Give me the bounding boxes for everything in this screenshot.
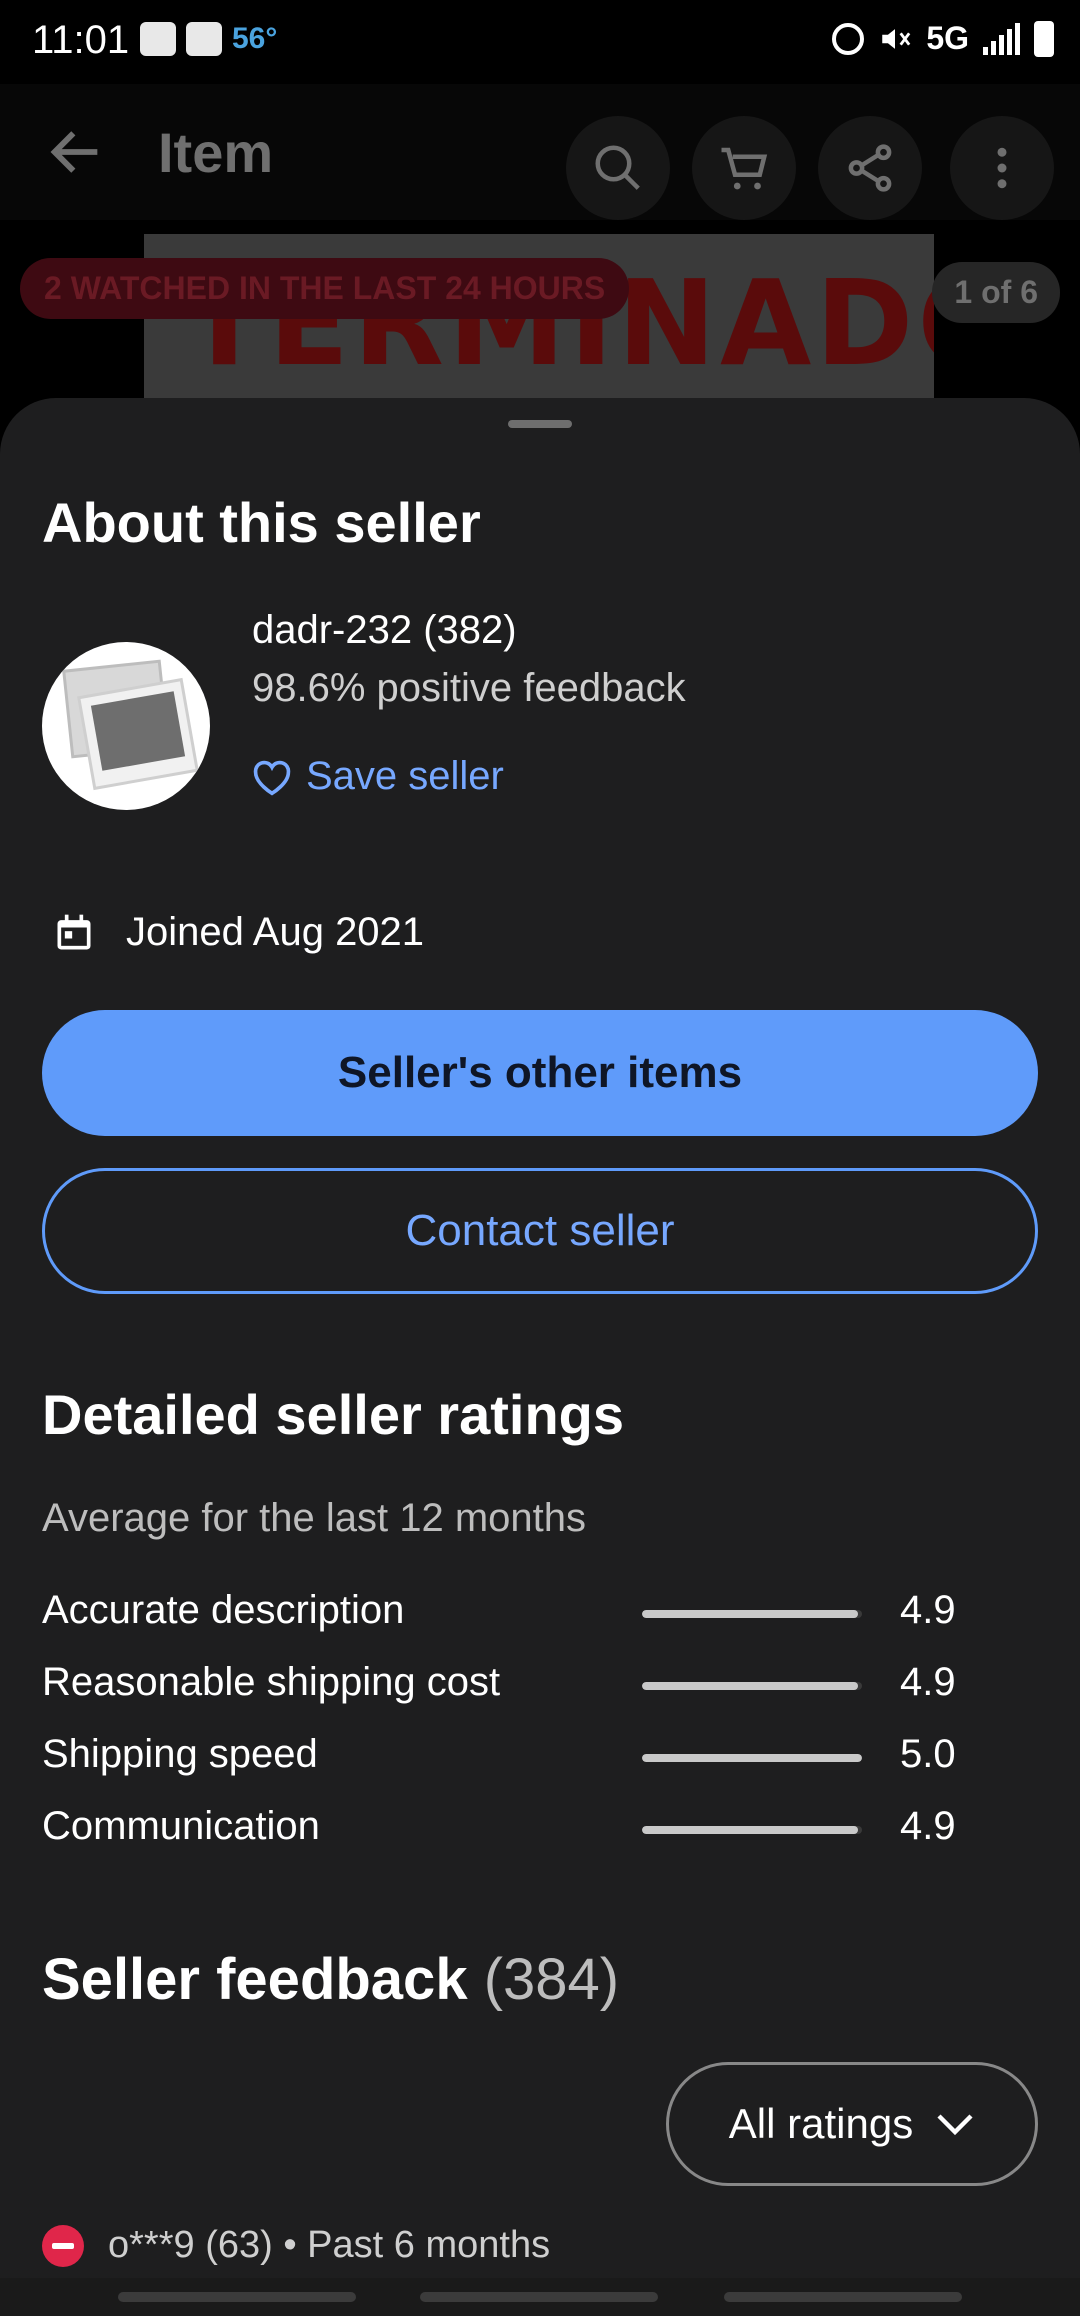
search-icon: [595, 145, 640, 190]
rating-bar: [642, 1682, 862, 1690]
voicemail-icon: [140, 22, 176, 56]
more-vert-icon: [997, 147, 1007, 189]
seller-feedback-count: (384): [483, 1947, 620, 2012]
rating-label: Accurate description: [42, 1588, 405, 1632]
joined-date: Joined Aug 2021: [52, 910, 424, 955]
weather-temperature: 56°: [232, 22, 278, 55]
ratings-filter-dropdown[interactable]: All ratings: [666, 2062, 1038, 2186]
sheet-drag-handle[interactable]: [508, 420, 572, 428]
nav-recents-button[interactable]: [118, 2292, 356, 2302]
mute-icon: [882, 28, 911, 49]
more-options-button[interactable]: [950, 116, 1054, 220]
rating-label: Communication: [42, 1804, 320, 1848]
cart-button[interactable]: [692, 116, 796, 220]
rating-label: Shipping speed: [42, 1732, 318, 1776]
rating-row: Accurate description 4.9: [42, 1584, 1042, 1644]
rating-value: 5.0: [900, 1732, 956, 1776]
rating-bar-fill: [642, 1682, 858, 1690]
rating-value: 4.9: [900, 1804, 956, 1848]
app-bar: Item: [0, 84, 1080, 220]
status-right-icons: 5G: [832, 20, 1054, 57]
rating-bar-fill: [642, 1826, 858, 1834]
search-button[interactable]: [566, 116, 670, 220]
cart-icon: [721, 147, 768, 190]
ratings-subtitle: Average for the last 12 months: [42, 1496, 587, 1540]
back-arrow-icon[interactable]: [44, 120, 108, 184]
battery-icon: [1034, 20, 1054, 57]
watched-badge: 2 WATCHED IN THE LAST 24 HOURS: [20, 258, 630, 319]
page-title: Item: [158, 121, 274, 184]
network-type: 5G: [926, 20, 969, 56]
rating-row: Reasonable shipping cost 4.9: [42, 1656, 1042, 1716]
nav-home-button[interactable]: [420, 2292, 658, 2302]
seller-positive-feedback: 98.6% positive feedback: [252, 666, 686, 710]
seller-bottom-sheet: About this seller dadr-232 (382) 98.6% p…: [0, 398, 1080, 2316]
rating-row: Communication 4.9: [42, 1800, 1042, 1860]
status-left-icons: 56°: [140, 22, 277, 56]
alarm-app-icon: [186, 22, 222, 56]
rating-value: 4.9: [900, 1588, 956, 1632]
detailed-ratings-heading: Detailed seller ratings: [42, 1383, 625, 1446]
photo-placeholder-icon: [62, 659, 199, 791]
rating-row: Shipping speed 5.0: [42, 1728, 1042, 1788]
alarm-icon: [832, 22, 865, 55]
calendar-icon: [57, 914, 91, 949]
rating-bar: [642, 1826, 862, 1834]
seller-feedback-heading: Seller feedback (384): [42, 1946, 619, 2013]
status-bar: 11:01 56° 5G: [0, 0, 1080, 84]
negative-rating-icon: [42, 2224, 84, 2267]
rating-bar-fill: [642, 1754, 862, 1762]
joined-label: Joined Aug 2021: [126, 910, 425, 954]
rating-value: 4.9: [900, 1660, 956, 1704]
rating-bar-fill: [642, 1610, 858, 1618]
contact-seller-button[interactable]: Contact seller: [42, 1168, 1038, 1294]
save-seller-button[interactable]: Save seller: [250, 754, 504, 799]
save-seller-label: Save seller: [306, 754, 504, 798]
feedback-entry-meta: o***9 (63) • Past 6 months: [108, 2224, 551, 2266]
nav-back-button[interactable]: [724, 2292, 962, 2302]
seller-other-items-button[interactable]: Seller's other items: [42, 1010, 1038, 1136]
ratings-filter-label: All ratings: [728, 2100, 914, 2147]
rating-bar: [642, 1610, 862, 1618]
system-nav-bar: [0, 2278, 1080, 2316]
signal-icon: [983, 22, 1020, 55]
rating-label: Reasonable shipping cost: [42, 1660, 501, 1704]
share-icon: [848, 144, 892, 192]
seller-feedback-title: Seller feedback: [42, 1947, 468, 2012]
share-button[interactable]: [818, 116, 922, 220]
chevron-down-icon: [937, 2114, 973, 2136]
status-time: 11:01: [32, 18, 130, 62]
seller-avatar: [42, 642, 210, 810]
about-seller-heading: About this seller: [42, 491, 481, 554]
heart-icon: [253, 760, 291, 795]
rating-bar: [642, 1754, 862, 1762]
feedback-entry: o***9 (63) • Past 6 months: [42, 2224, 550, 2267]
seller-name[interactable]: dadr-232 (382): [252, 608, 517, 653]
image-counter: 1 of 6: [932, 262, 1060, 323]
